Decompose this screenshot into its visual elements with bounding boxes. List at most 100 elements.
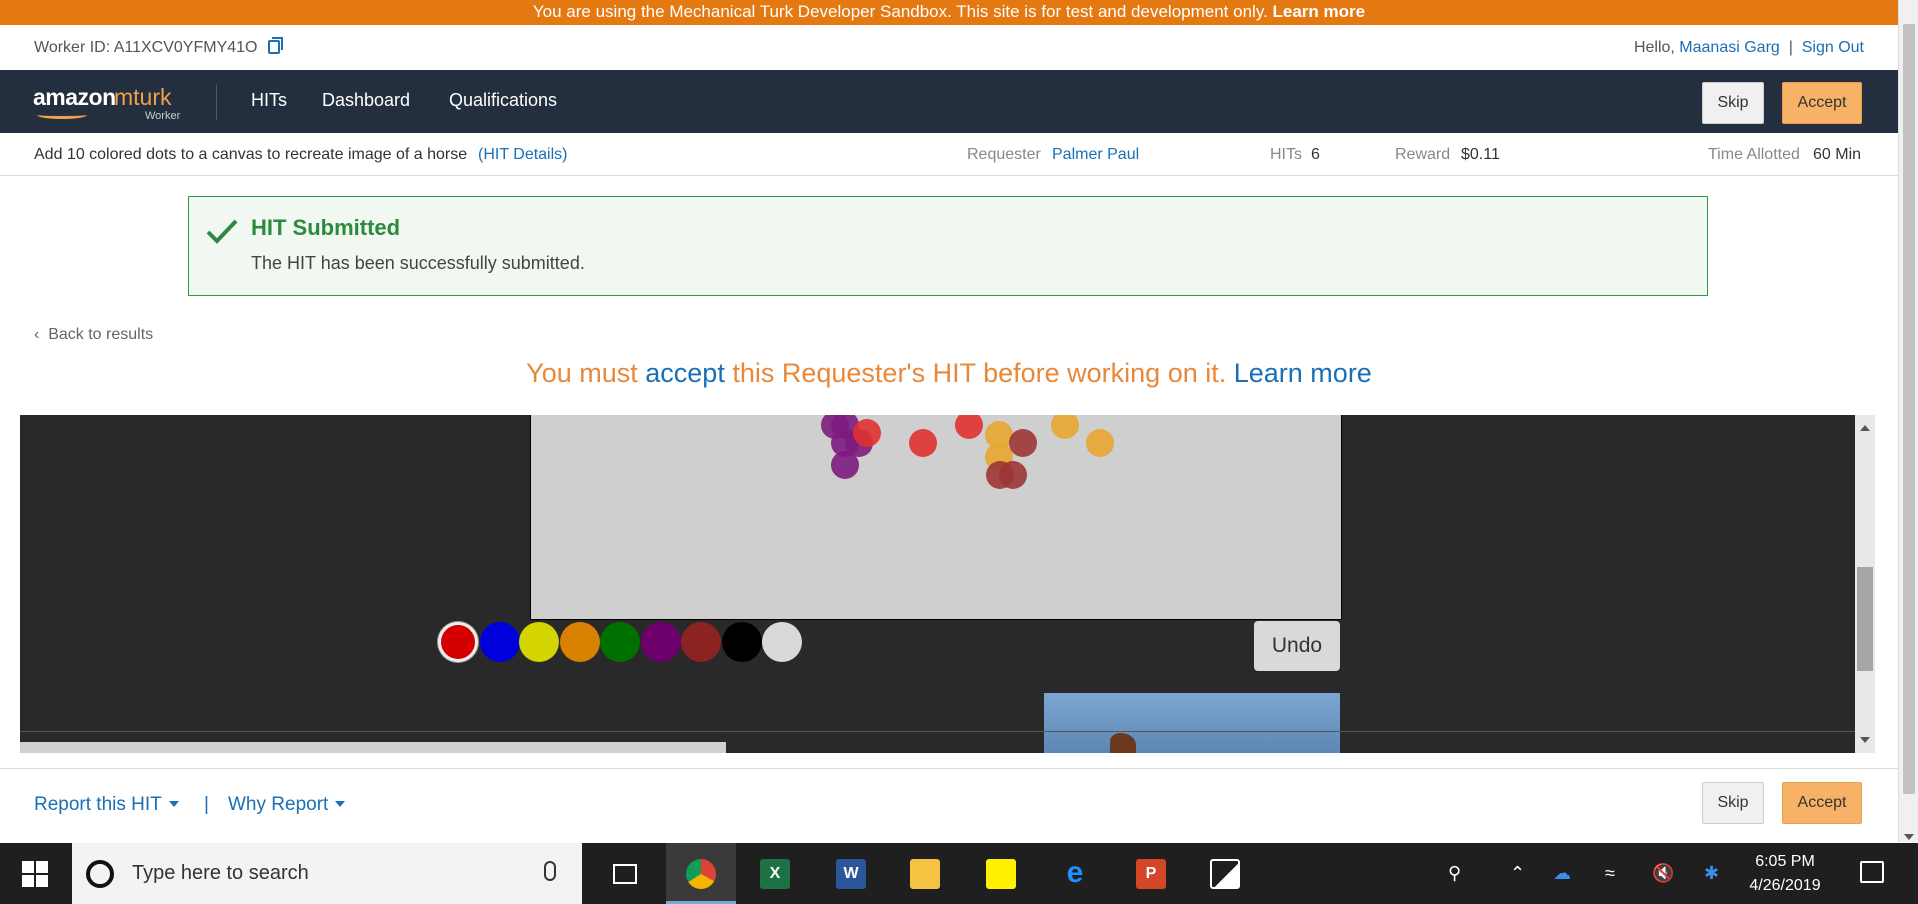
sandbox-banner: You are using the Mechanical Turk Develo… [0,0,1898,25]
worker-row: Worker ID: A11XCV0YFMY41O Hello, Maanasi… [0,25,1898,70]
back-to-results-link[interactable]: ‹ Back to results [34,326,153,344]
horizontal-scrollbar[interactable] [20,742,726,753]
scroll-up-arrow-icon[interactable] [1860,425,1870,431]
photos-icon [1210,859,1240,889]
taskbar-chrome[interactable] [666,843,736,904]
scroll-down-arrow-icon[interactable] [1904,834,1914,840]
hit-task-frame: Undo [20,415,1875,753]
hit-footer: Report this HIT | Why Report Skip Accept [0,768,1898,842]
skip-button[interactable]: Skip [1702,82,1764,124]
frame-scrollbar[interactable] [1855,415,1875,753]
requester-link[interactable]: Palmer Paul [1052,146,1139,164]
palette-color-swatch[interactable] [722,622,762,662]
user-greeting: Hello, Maanasi Garg | Sign Out [1634,39,1864,57]
frame-scrollbar-thumb[interactable] [1857,567,1873,671]
palette-color-swatch[interactable] [762,622,802,662]
hits-label: HITs [1270,146,1302,163]
alert-title: HIT Submitted [251,215,401,240]
cortana-icon[interactable] [86,860,114,888]
sandbox-learn-more-link[interactable]: Learn more [1273,2,1366,21]
greeting-separator: | [1788,39,1793,56]
must-accept-pre: You must [526,358,638,388]
copy-icon[interactable] [267,37,283,54]
taskbar-edge[interactable]: e [1040,843,1110,904]
chevron-up-icon[interactable]: ⌃ [1510,863,1525,884]
clock-time: 6:05 PM [1755,853,1815,870]
canvas-dot [1051,415,1079,439]
accept-button[interactable]: Accept [1782,82,1862,124]
learn-more-link[interactable]: Learn more [1234,358,1372,388]
checkmark-icon [206,219,238,244]
why-report-label: Why Report [228,794,329,815]
worker-id-text: Worker ID: A11XCV0YFMY41O [34,39,258,56]
hit-details-link[interactable]: (HIT Details) [478,146,568,164]
footer-separator: | [204,794,209,815]
onedrive-icon[interactable]: ☁ [1553,863,1571,884]
microphone-icon[interactable] [544,861,556,881]
report-hit-dropdown[interactable]: Report this HIT [34,794,179,816]
back-to-results-label: Back to results [48,326,154,343]
sign-out-link[interactable]: Sign Out [1802,39,1864,56]
windows-start-icon[interactable] [22,861,48,887]
windows-taskbar: Type here to search X W e P ⚲ ⌃ ☁ ≈ 🔇 ✱ … [0,843,1918,904]
chevron-left-icon: ‹ [34,326,49,343]
taskbar-sticky-notes[interactable] [966,843,1036,904]
hit-info-row: Add 10 colored dots to a canvas to recre… [0,133,1898,176]
scroll-down-arrow-icon[interactable] [1860,737,1870,743]
user-name-link[interactable]: Maanasi Garg [1679,39,1780,56]
hits-value: 6 [1311,146,1320,163]
frame-divider [20,731,1855,732]
taskbar-photos[interactable] [1190,843,1260,904]
reward-value: $0.11 [1461,146,1500,163]
page-scrollbar-thumb[interactable] [1903,24,1915,794]
drawing-canvas[interactable] [530,415,1342,620]
logo-worker-text: Worker [145,110,181,122]
footer-skip-button[interactable]: Skip [1702,782,1764,824]
requester-label: Requester [967,146,1041,163]
caret-down-icon [168,801,179,807]
footer-accept-button[interactable]: Accept [1782,782,1862,824]
sticky-notes-icon [986,859,1016,889]
palette-color-swatch[interactable] [600,622,640,662]
taskbar-powerpoint[interactable]: P [1116,843,1186,904]
mturk-logo[interactable]: amazon mturk Worker [33,84,183,122]
nav-qualifications[interactable]: Qualifications [449,90,557,111]
undo-button[interactable]: Undo [1254,621,1340,671]
palette-color-swatch[interactable] [560,622,600,662]
page-scrollbar[interactable] [1898,0,1918,842]
nav-divider [216,84,217,120]
canvas-dot [853,419,881,447]
time-allotted-value: 60 Min [1813,146,1862,163]
taskbar-clock[interactable]: 6:05 PM 4/26/2019 [1740,850,1830,898]
task-view-icon [613,864,637,884]
bluetooth-icon[interactable]: ✱ [1704,863,1719,884]
canvas-dot [986,461,1014,489]
logo-mturk-text: mturk [114,84,172,110]
sandbox-banner-text: You are using the Mechanical Turk Develo… [532,2,1268,21]
taskbar-file-explorer[interactable] [890,843,960,904]
canvas-dot [831,451,859,479]
why-report-dropdown[interactable]: Why Report [228,794,346,816]
wifi-icon[interactable]: ≈ [1605,863,1615,884]
accept-inline-link[interactable]: accept [645,358,725,388]
horse-head-shape [1110,733,1136,753]
palette-color-swatch[interactable] [641,622,681,662]
amazon-smile-icon [37,111,87,119]
hit-submitted-alert: HIT Submitted The HIT has been successfu… [188,196,1708,296]
taskbar-search-box[interactable]: Type here to search [72,843,582,904]
report-hit-label: Report this HIT [34,794,162,815]
palette-color-swatch[interactable] [519,622,559,662]
people-icon[interactable]: ⚲ [1448,863,1461,884]
nav-hits[interactable]: HITs [251,90,287,111]
time-allotted-label: Time Allotted [1708,146,1800,163]
volume-muted-icon[interactable]: 🔇 [1652,863,1674,884]
palette-color-swatch[interactable] [438,622,478,662]
taskbar-word[interactable]: W [816,843,886,904]
must-accept-message: You must accept this Requester's HIT bef… [0,358,1898,389]
nav-dashboard[interactable]: Dashboard [322,90,410,111]
palette-color-swatch[interactable] [480,622,520,662]
taskbar-excel[interactable]: X [740,843,810,904]
task-view-button[interactable] [590,843,660,904]
notification-center-icon[interactable] [1860,861,1884,883]
palette-color-swatch[interactable] [681,622,721,662]
